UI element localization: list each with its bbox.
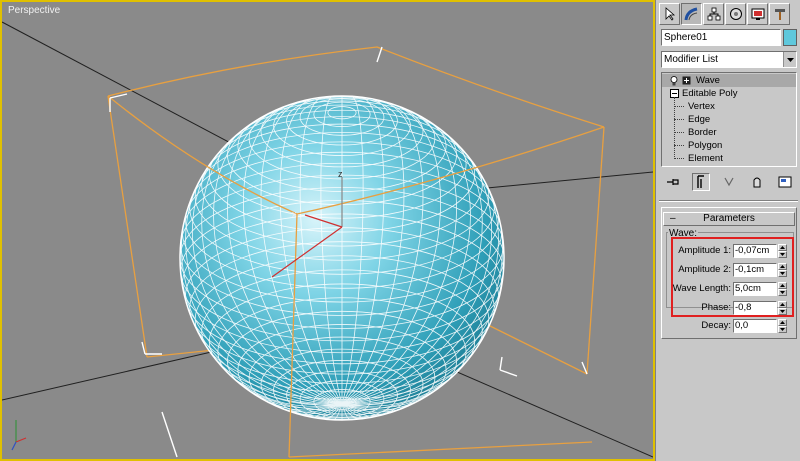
amplitude2-field[interactable]: -0,1cm [733,263,777,277]
motion-wheel-icon [729,8,742,20]
viewport-scene: z x [2,21,653,458]
object-name-field[interactable]: Sphere01 [661,29,781,46]
stack-label-editable-poly: Editable Poly [682,88,738,99]
modify-tab[interactable] [681,3,702,25]
lightbulb-icon[interactable] [670,76,678,86]
decay-spinner[interactable] [778,319,787,333]
spinner-up-icon[interactable] [778,244,787,251]
spinner-up-icon[interactable] [778,319,787,326]
pin-stack-button[interactable] [664,173,682,191]
subobject-label: Element [688,153,723,164]
modify-bend-icon [684,7,697,21]
wavelength-spinner[interactable] [778,282,787,296]
parameters-rollout: – Parameters Wave: Amplitude 1: -0,07cm … [661,207,797,339]
command-panel: Sphere01 Modifier List Wave Editable Pol… [655,0,800,461]
world-axis-icon [11,420,27,451]
modifier-list-dropdown[interactable]: Modifier List [661,51,797,68]
stack-label-wave: Wave [696,75,720,86]
spinner-up-icon[interactable] [778,282,787,289]
command-panel-tabs [659,3,790,25]
hierarchy-icon [707,7,720,21]
amplitude1-spinner[interactable] [778,244,787,258]
subobject-label: Border [688,127,717,138]
svg-text:z: z [338,169,343,179]
motion-tab[interactable] [725,3,746,25]
stack-subobject-element[interactable]: Element [662,152,796,165]
decay-label: Decay: [701,320,731,331]
dropdown-arrow-icon[interactable] [783,52,796,67]
make-unique-icon [724,177,734,187]
amplitude2-param: Amplitude 2: -0,1cm [662,263,798,279]
decay-param: Decay: 0,0 [662,319,798,335]
amplitude1-field[interactable]: -0,07cm [733,244,777,258]
spinner-up-icon[interactable] [778,301,787,308]
show-end-result-icon [697,175,704,188]
spinner-down-icon[interactable] [778,270,787,277]
spinner-down-icon[interactable] [778,251,787,258]
stack-subobject-polygon[interactable]: Polygon [662,139,796,152]
phase-spinner[interactable] [778,301,787,315]
amplitude2-label: Amplitude 2: [678,264,731,275]
stack-subobject-border[interactable]: Border [662,126,796,139]
sphere01-mesh [179,95,505,421]
display-monitor-icon [751,8,764,20]
utilities-hammer-icon [774,9,785,20]
display-tab[interactable] [747,3,768,25]
phase-param: Phase: -0,8 [662,301,798,317]
spinner-down-icon[interactable] [778,308,787,315]
remove-modifier-button[interactable] [748,173,766,191]
panel-divider [659,200,798,202]
parameters-rollout-header[interactable]: – Parameters [663,212,795,226]
configure-modifier-sets-button[interactable] [776,173,794,191]
make-unique-button[interactable] [720,173,738,191]
hierarchy-tab[interactable] [703,3,724,25]
stack-subobject-vertex[interactable]: Vertex [662,100,796,113]
rollout-collapse-icon: – [670,213,676,224]
stack-item-wave[interactable]: Wave [662,74,796,87]
stack-subobject-edge[interactable]: Edge [662,113,796,126]
spinner-down-icon[interactable] [778,289,787,296]
wavelength-param: Wave Length: 5,0cm [662,282,798,298]
subobject-label: Vertex [688,101,715,112]
phase-label: Phase: [701,302,731,313]
subobject-label: Polygon [688,140,723,151]
perspective-viewport[interactable]: Perspective z x [0,0,655,461]
pin-icon [667,179,679,185]
expand-plus-icon[interactable] [682,76,691,85]
spinner-up-icon[interactable] [778,263,787,270]
create-cursor-icon [665,7,675,21]
object-color-swatch[interactable] [783,29,797,46]
viewport-label[interactable]: Perspective [8,5,60,16]
decay-field[interactable]: 0,0 [733,319,777,333]
wavelength-label: Wave Length: [672,283,731,294]
amplitude1-label: Amplitude 1: [678,245,731,256]
modifier-stack: Wave Editable Poly Vertex Edge Border Po… [661,72,797,167]
utilities-tab[interactable] [769,3,790,25]
subobject-label: Edge [688,114,711,125]
amplitude2-spinner[interactable] [778,263,787,277]
stack-item-editable-poly[interactable]: Editable Poly [662,87,796,100]
create-tab[interactable] [659,3,680,25]
configure-sets-icon [778,176,792,188]
remove-modifier-icon [753,177,761,188]
modifier-list-label: Modifier List [664,54,718,65]
wavelength-field[interactable]: 5,0cm [733,282,777,296]
rollout-title: Parameters [703,213,755,224]
show-end-result-button[interactable] [692,173,710,191]
stack-toolbar [664,173,794,191]
amplitude1-param: Amplitude 1: -0,07cm [662,244,798,260]
phase-field[interactable]: -0,8 [733,301,777,315]
spinner-down-icon[interactable] [778,326,787,333]
svg-text:x: x [292,209,297,219]
